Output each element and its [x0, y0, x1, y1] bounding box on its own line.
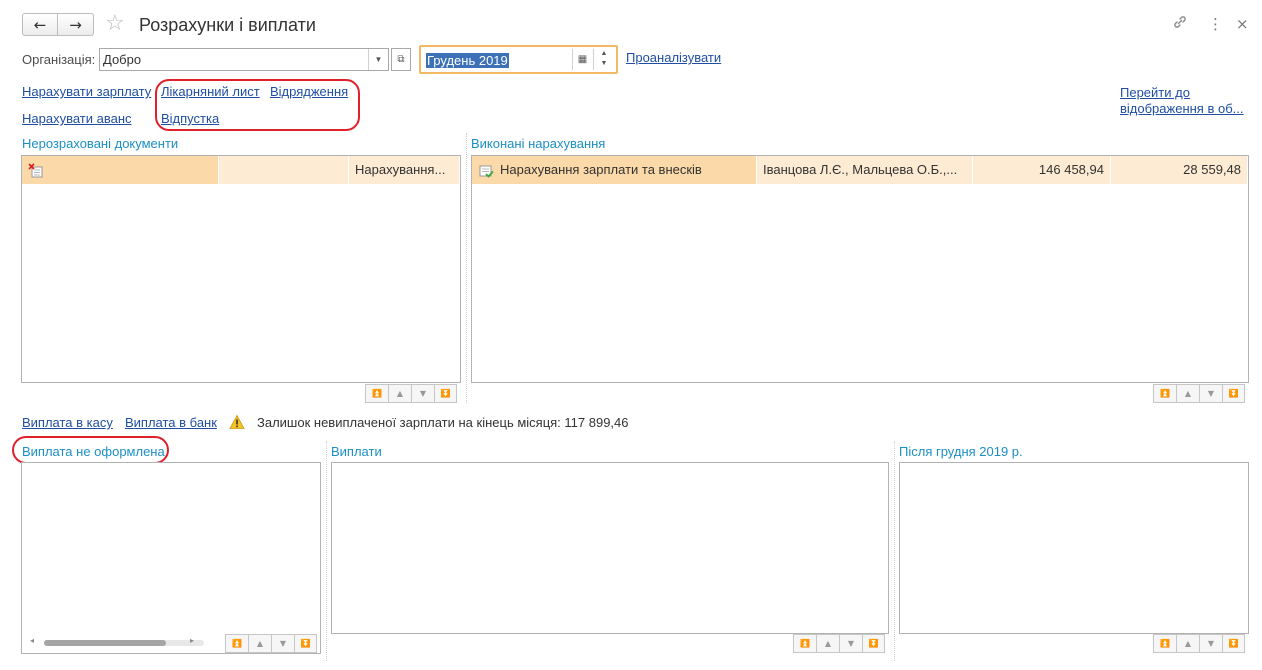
completed-cell-document: Нарахування зарплати та внесків: [472, 156, 757, 184]
unprocessed-cell-icon: [22, 156, 219, 184]
completed-nav: ⏫ ▲ ▼ ⏬: [1153, 384, 1245, 403]
link-icon[interactable]: [1172, 14, 1188, 35]
not-issued-title: Виплата не оформлена: [22, 444, 165, 459]
after-period-table[interactable]: [899, 462, 1249, 634]
business-trip-link[interactable]: Відрядження: [270, 84, 348, 100]
completed-cell-employees: Іванцова Л.Є., Мальцева О.Б.,...: [757, 156, 973, 184]
table-row[interactable]: Нарахування...: [22, 156, 460, 184]
next-page-icon[interactable]: ▼: [839, 634, 862, 653]
unprocessed-title: Нерозраховані документи: [22, 136, 179, 151]
scroll-right-icon[interactable]: ▸: [190, 636, 194, 645]
first-page-icon[interactable]: ⏫: [793, 634, 816, 653]
document-posted-icon: [479, 165, 494, 178]
chevron-down-icon[interactable]: ▼: [368, 49, 388, 70]
favorite-star-icon[interactable]: ☆: [105, 11, 125, 37]
after-period-nav: ⏫ ▲ ▼ ⏬: [1153, 634, 1245, 653]
analyze-link[interactable]: Проаналізувати: [626, 50, 721, 66]
more-options-icon[interactable]: ⋮: [1208, 14, 1223, 34]
chain-link-icon: [1174, 16, 1186, 28]
scroll-left-icon[interactable]: ◂: [30, 636, 34, 645]
unprocessed-nav: ⏫ ▲ ▼ ⏬: [365, 384, 457, 403]
not-issued-nav: ⏫ ▲ ▼ ⏬: [225, 634, 317, 653]
switch-view-link[interactable]: Перейти до відображення в об...: [1120, 85, 1248, 117]
next-page-icon[interactable]: ▼: [271, 634, 294, 653]
back-button[interactable]: ←: [22, 13, 58, 36]
prev-page-icon[interactable]: ▲: [1176, 384, 1199, 403]
page-title: Розрахунки і виплати: [139, 15, 316, 35]
payments-table[interactable]: [331, 462, 889, 634]
prev-page-icon[interactable]: ▲: [1176, 634, 1199, 653]
completed-cell-accrued: 146 458,94: [973, 156, 1111, 184]
prev-page-icon[interactable]: ▲: [816, 634, 839, 653]
last-page-icon[interactable]: ⏬: [862, 634, 885, 653]
last-page-icon[interactable]: ⏬: [1222, 384, 1245, 403]
last-page-icon[interactable]: ⏬: [1222, 634, 1245, 653]
close-icon[interactable]: ×: [1236, 14, 1249, 34]
table-row[interactable]: Нарахування зарплати та внесків Іванцова…: [472, 156, 1248, 184]
unpaid-balance-text: Залишок невиплаченої зарплати на кінець …: [257, 415, 629, 430]
sick-leave-link[interactable]: Лікарняний лист: [161, 84, 260, 100]
prev-page-icon[interactable]: ▲: [388, 384, 411, 403]
unprocessed-cell-2: [219, 156, 349, 184]
period-value: Грудень 2019: [426, 53, 509, 68]
splitter[interactable]: [326, 441, 327, 661]
scroll-thumb[interactable]: [44, 640, 166, 646]
bank-payment-link[interactable]: Виплата в банк: [125, 415, 217, 431]
unprocessed-table[interactable]: Нарахування...: [21, 155, 461, 383]
cash-payment-link[interactable]: Виплата в касу: [22, 415, 113, 431]
first-page-icon[interactable]: ⏫: [1153, 634, 1176, 653]
open-organization-icon[interactable]: ⧉: [391, 48, 411, 71]
completed-cell-contributions: 28 559,48: [1111, 156, 1248, 184]
next-page-icon[interactable]: ▼: [1199, 384, 1222, 403]
completed-table[interactable]: Нарахування зарплати та внесків Іванцова…: [471, 155, 1249, 383]
prev-page-icon[interactable]: ▲: [248, 634, 271, 653]
next-page-icon[interactable]: ▼: [1199, 634, 1222, 653]
next-page-icon[interactable]: ▼: [411, 384, 434, 403]
first-page-icon[interactable]: ⏫: [1153, 384, 1176, 403]
first-page-icon[interactable]: ⏫: [225, 634, 248, 653]
calendar-icon[interactable]: ▦: [572, 49, 592, 70]
period-spinner[interactable]: ▲ ▼: [593, 49, 614, 70]
payments-title: Виплати: [331, 444, 382, 459]
first-page-icon[interactable]: ⏫: [365, 384, 388, 403]
last-page-icon[interactable]: ⏬: [434, 384, 457, 403]
period-field[interactable]: Грудень 2019 ▦ ▲ ▼: [419, 45, 618, 74]
last-page-icon[interactable]: ⏬: [294, 634, 317, 653]
warning-icon: [229, 414, 245, 429]
organization-field[interactable]: Добро ▼: [99, 48, 389, 71]
spin-up-icon[interactable]: ▲: [601, 50, 608, 57]
document-unposted-icon: [28, 162, 43, 178]
not-issued-table[interactable]: [21, 462, 321, 654]
splitter[interactable]: [894, 441, 895, 661]
arrow-right-icon: →: [69, 15, 82, 34]
horizontal-scrollbar[interactable]: ◂ ▸: [22, 634, 222, 652]
accrue-salary-link[interactable]: Нарахувати зарплату: [22, 84, 151, 100]
vacation-link[interactable]: Відпустка: [161, 111, 219, 127]
after-period-title: Після грудня 2019 р.: [899, 444, 1023, 459]
unprocessed-cell-3: Нарахування...: [349, 156, 460, 184]
organization-label: Організація:: [22, 52, 96, 67]
forward-button[interactable]: →: [58, 13, 94, 36]
accrue-advance-link[interactable]: Нарахувати аванс: [22, 111, 132, 127]
spin-down-icon[interactable]: ▼: [601, 60, 608, 67]
organization-value: Добро: [103, 52, 142, 67]
splitter[interactable]: [466, 133, 467, 403]
payments-nav: ⏫ ▲ ▼ ⏬: [793, 634, 885, 653]
completed-title: Виконані нарахування: [471, 136, 606, 151]
arrow-left-icon: ←: [33, 15, 47, 34]
